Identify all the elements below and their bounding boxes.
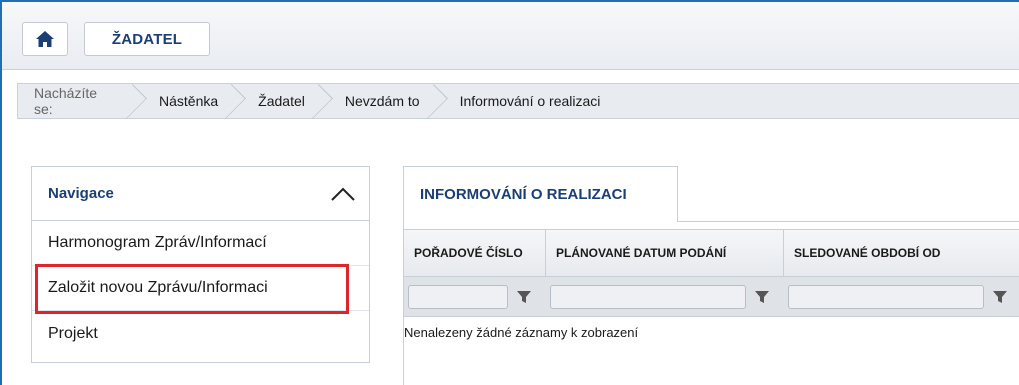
filter-cell-3: [788, 285, 1019, 309]
table-header: POŘADOVÉ ČÍSLO PLÁNOVANÉ DATUM PODÁNÍ SL…: [404, 229, 1019, 277]
breadcrumb: Nacházíte se: Nástěnka Žadatel Nevzdám t…: [17, 83, 1019, 119]
navigation-title: Navigace: [48, 185, 114, 202]
highlight-box: [35, 264, 349, 314]
nav-item-projekt[interactable]: Projekt: [32, 311, 369, 356]
breadcrumb-item-zadatel[interactable]: Žadatel: [236, 84, 323, 118]
role-button-zadatel[interactable]: ŽADATEL: [84, 22, 210, 56]
filter-icon[interactable]: [754, 289, 770, 305]
filter-cell-1: [408, 285, 542, 309]
nav-item-harmonogram[interactable]: Harmonogram Zpráv/Informací: [32, 221, 369, 266]
filter-cell-2: [550, 285, 780, 309]
breadcrumb-item-nastenka[interactable]: Nástěnka: [137, 84, 236, 118]
breadcrumb-prefix: Nacházíte se:: [18, 84, 137, 118]
empty-table-message: Nenalezeny žádné záznamy k zobrazení: [404, 325, 639, 340]
tab-informovani-o-realizaci[interactable]: INFORMOVÁNÍ O REALIZACI: [403, 166, 678, 222]
filter-icon[interactable]: [992, 289, 1008, 305]
filter-input-poradove-cislo[interactable]: [408, 285, 508, 309]
chevron-up-icon[interactable]: [329, 185, 357, 203]
filter-input-sledovane-obdobi[interactable]: [788, 285, 984, 309]
column-header-sledovane-obdobi[interactable]: SLEDOVANÉ OBDOBÍ OD: [784, 230, 1019, 276]
navigation-header[interactable]: Navigace: [32, 167, 369, 221]
home-icon: [36, 31, 54, 47]
top-header: ŽADATEL: [2, 2, 1019, 70]
filter-input-planovane-datum[interactable]: [550, 285, 746, 309]
column-header-planovane-datum[interactable]: PLÁNOVANÉ DATUM PODÁNÍ: [546, 230, 784, 276]
filter-row: [404, 277, 1019, 317]
home-button[interactable]: [22, 22, 68, 56]
filter-icon[interactable]: [516, 289, 532, 305]
column-header-poradove-cislo[interactable]: POŘADOVÉ ČÍSLO: [404, 230, 546, 276]
reports-table: POŘADOVÉ ČÍSLO PLÁNOVANÉ DATUM PODÁNÍ SL…: [403, 221, 1019, 385]
breadcrumb-item-current: Informování o realizaci: [459, 93, 601, 109]
breadcrumb-item-project[interactable]: Nevzdám to: [323, 84, 438, 118]
